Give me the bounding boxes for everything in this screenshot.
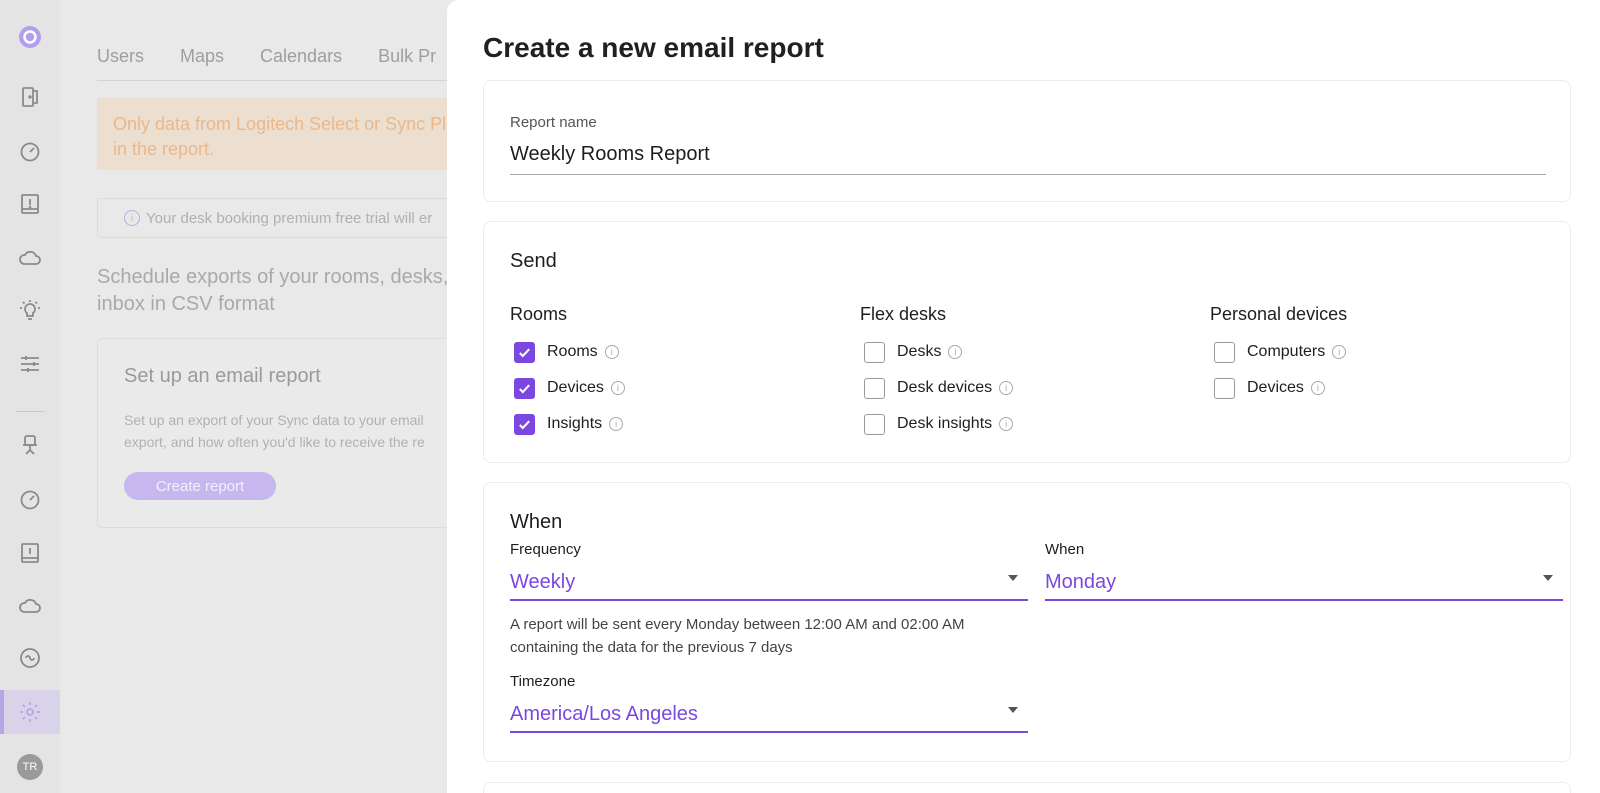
gauge-icon[interactable]: [14, 483, 46, 515]
checkbox[interactable]: [514, 341, 535, 363]
info-icon[interactable]: i: [609, 417, 624, 431]
report-name-label: Report name: [510, 114, 597, 131]
report-name-card: Report name Weekly Rooms Report: [483, 80, 1571, 202]
setup-card-description: Set up an export of your Sync data to yo…: [124, 412, 425, 450]
info-icon[interactable]: i: [999, 417, 1014, 431]
setup-card-title: Set up an email report: [124, 365, 321, 387]
create-report-button[interactable]: Create report: [124, 472, 276, 500]
when-section-title: When: [510, 511, 563, 533]
timezone-select[interactable]: America/Los Angeles: [510, 697, 1028, 733]
checkbox[interactable]: [514, 377, 535, 399]
info-icon[interactable]: i: [1310, 381, 1325, 395]
checkbox-desk-insights[interactable]: Desk insights i: [860, 406, 1200, 442]
avatar[interactable]: TR: [17, 754, 43, 780]
gauge-icon[interactable]: [14, 135, 46, 167]
sidebar-divider: [16, 411, 44, 412]
sliders-icon[interactable]: [14, 348, 46, 380]
day-label: When: [1045, 541, 1085, 558]
logo-icon[interactable]: [14, 21, 46, 53]
cloud-icon[interactable]: [14, 590, 46, 622]
tab-calendars[interactable]: Calendars: [260, 46, 342, 67]
door-icon[interactable]: [14, 81, 46, 113]
checkbox-desks[interactable]: Desks i: [860, 334, 1200, 370]
send-section-title: Send: [510, 250, 557, 272]
sidebar: TR: [0, 0, 60, 793]
chevron-down-icon: [1008, 575, 1018, 581]
report-name-input[interactable]: Weekly Rooms Report: [510, 143, 710, 166]
tab-users[interactable]: Users: [97, 46, 144, 67]
checkbox-computers[interactable]: Computers i: [1210, 334, 1550, 370]
info-icon[interactable]: i: [999, 381, 1014, 395]
schedule-hint: A report will be sent every Monday betwe…: [510, 616, 965, 656]
frequency-label: Frequency: [510, 541, 581, 558]
checkbox[interactable]: [864, 413, 885, 435]
checkbox-desk-devices[interactable]: Desk devices i: [860, 370, 1200, 406]
setup-report-card: Set up an email report Set up an export …: [97, 338, 477, 528]
send-group-rooms: Rooms Rooms i Devices i Insights i: [510, 304, 850, 442]
checkbox-personal-devices[interactable]: Devices i: [1210, 370, 1550, 406]
group-heading: Flex desks: [860, 304, 947, 324]
report-name-underline: [510, 174, 1546, 175]
cloud-icon[interactable]: [14, 242, 46, 274]
chevron-down-icon: [1008, 707, 1018, 713]
send-card: Send Rooms Rooms i Devices i Insights i …: [483, 221, 1571, 463]
checkbox[interactable]: [1214, 377, 1235, 399]
background-page: Users Maps Calendars Bulk Pr Only data f…: [60, 0, 477, 793]
send-group-flex-desks: Flex desks Desks i Desk devices i Desk i…: [860, 304, 1200, 442]
checkbox-devices[interactable]: Devices i: [510, 370, 850, 406]
info-icon: i: [124, 210, 140, 226]
frequency-select[interactable]: Weekly: [510, 565, 1028, 601]
tab-maps[interactable]: Maps: [180, 46, 224, 67]
timezone-label: Timezone: [510, 673, 576, 690]
group-heading: Rooms: [510, 304, 568, 324]
modal-title: Create a new email report: [483, 32, 824, 63]
alert-panel-icon[interactable]: [14, 188, 46, 220]
chevron-down-icon: [1543, 575, 1553, 581]
gear-icon[interactable]: [14, 696, 46, 728]
alert-panel-icon[interactable]: [14, 537, 46, 569]
info-icon[interactable]: i: [604, 345, 619, 359]
lightbulb-icon[interactable]: [14, 295, 46, 327]
create-report-modal: Create a new email report Report name We…: [447, 0, 1600, 793]
group-heading: Personal devices: [1210, 304, 1348, 324]
checkbox-rooms[interactable]: Rooms i: [510, 334, 850, 370]
tabs-underline: [97, 80, 477, 81]
tab-bulk-provisioning[interactable]: Bulk Pr: [378, 46, 436, 67]
checkbox-insights[interactable]: Insights i: [510, 406, 850, 442]
when-card: When Frequency Weekly When Monday A repo…: [483, 482, 1571, 762]
info-icon[interactable]: i: [1332, 345, 1347, 359]
send-group-personal-devices: Personal devices Computers i Devices i: [1210, 304, 1550, 406]
next-section-card: [483, 782, 1571, 793]
checkbox[interactable]: [1214, 341, 1235, 363]
day-select[interactable]: Monday: [1045, 565, 1563, 601]
settings-tabs: Users Maps Calendars Bulk Pr: [97, 46, 436, 67]
info-icon[interactable]: i: [948, 345, 963, 359]
checkbox[interactable]: [864, 341, 885, 363]
sync-icon[interactable]: [14, 642, 46, 674]
warning-banner: Only data from Logitech Select or Sync P…: [97, 98, 477, 170]
info-icon[interactable]: i: [610, 381, 625, 395]
trial-notice: i Your desk booking premium free trial w…: [97, 198, 477, 238]
checkbox[interactable]: [864, 377, 885, 399]
checkbox[interactable]: [514, 413, 535, 435]
desk-chair-icon[interactable]: [14, 429, 46, 461]
schedule-description: Schedule exports of your rooms, desks, o…: [97, 266, 465, 315]
